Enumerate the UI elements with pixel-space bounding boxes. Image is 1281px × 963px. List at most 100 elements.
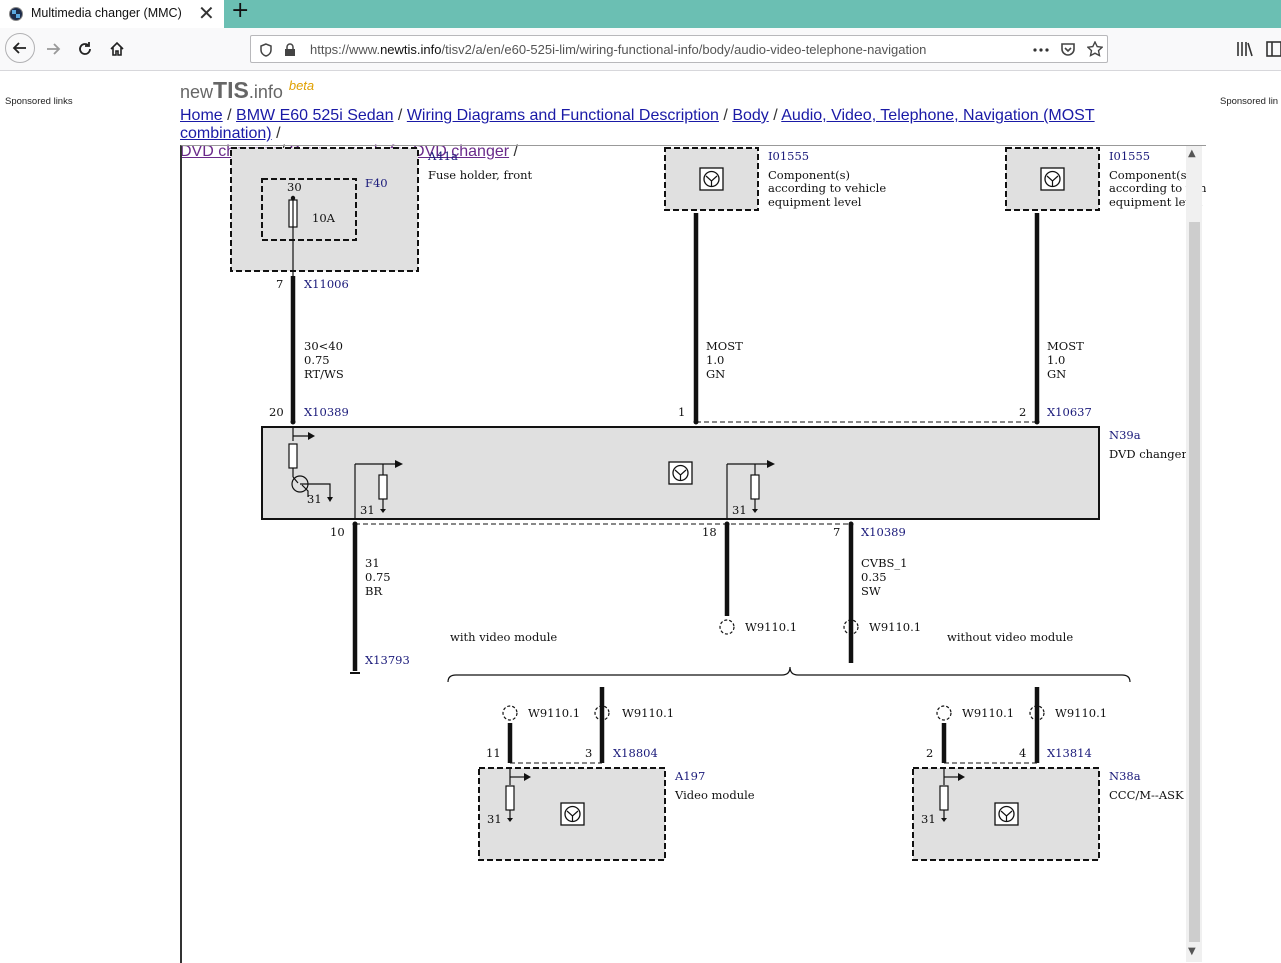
svg-text:31: 31 bbox=[487, 812, 502, 826]
svg-text:1.0: 1.0 bbox=[1047, 353, 1065, 367]
svg-text:W9110.1: W9110.1 bbox=[869, 620, 921, 634]
svg-text:X13814: X13814 bbox=[1047, 746, 1092, 760]
home-button[interactable] bbox=[103, 35, 131, 63]
svg-text:30<40: 30<40 bbox=[304, 339, 343, 353]
svg-text:X10389: X10389 bbox=[861, 525, 906, 539]
svg-text:31: 31 bbox=[360, 503, 375, 517]
svg-text:RT/WS: RT/WS bbox=[304, 367, 344, 381]
svg-text:31: 31 bbox=[307, 492, 322, 506]
svg-text:MOST: MOST bbox=[706, 339, 743, 353]
svg-text:I01555: I01555 bbox=[768, 149, 809, 163]
url-text[interactable]: https://www.newtis.info/tisv2/a/en/e60-5… bbox=[310, 42, 926, 57]
fuse-holder-box[interactable] bbox=[230, 147, 419, 272]
video-module-box[interactable] bbox=[478, 767, 666, 861]
wiring-diagram: A41a Fuse holder, front F40 30 10A 7 X11… bbox=[180, 145, 1206, 963]
pin-7-top: 7 bbox=[276, 277, 283, 291]
scroll-down-icon[interactable]: ▼ bbox=[1188, 946, 1196, 957]
svg-text:A197: A197 bbox=[674, 769, 705, 783]
svg-text:31: 31 bbox=[365, 556, 380, 570]
breadcrumb-body[interactable]: Body bbox=[732, 107, 768, 124]
connector-x11006: X11006 bbox=[304, 277, 349, 291]
svg-text:W9110.1: W9110.1 bbox=[745, 620, 797, 634]
svg-text:31: 31 bbox=[732, 503, 747, 517]
fuse-terminal: 30 bbox=[287, 180, 302, 194]
svg-text:equipment level: equipment level bbox=[768, 195, 862, 209]
sponsored-links-left: Sponsored links bbox=[5, 96, 73, 107]
svg-text:0.35: 0.35 bbox=[861, 570, 887, 584]
close-tab-icon[interactable]: ✕ bbox=[198, 1, 215, 25]
fuse-holder-id: A41a bbox=[427, 149, 458, 163]
svg-text:4: 4 bbox=[1019, 746, 1026, 760]
bookmark-star-icon[interactable] bbox=[1087, 41, 1103, 57]
svg-text:W9110.1: W9110.1 bbox=[1055, 706, 1107, 720]
diagram-scroll-thumb[interactable] bbox=[1189, 222, 1200, 942]
dvd-changer-box[interactable] bbox=[261, 426, 1100, 520]
component-right-box[interactable] bbox=[1005, 147, 1100, 211]
svg-text:according to vehicle: according to vehicle bbox=[768, 181, 886, 195]
svg-text:BR: BR bbox=[365, 584, 382, 598]
bmw-favicon-icon bbox=[9, 7, 23, 21]
svg-text:X10637: X10637 bbox=[1047, 405, 1092, 419]
navigation-bar: https://www.newtis.info/tisv2/a/en/e60-5… bbox=[0, 28, 1281, 71]
svg-text:W9110.1: W9110.1 bbox=[962, 706, 1014, 720]
svg-text:2: 2 bbox=[1019, 405, 1026, 419]
svg-text:1.0: 1.0 bbox=[706, 353, 724, 367]
svg-text:GN: GN bbox=[1047, 367, 1066, 381]
forward-button[interactable] bbox=[39, 35, 67, 63]
svg-text:SW: SW bbox=[861, 584, 881, 598]
svg-text:11: 11 bbox=[486, 746, 501, 760]
ccc-module-box[interactable] bbox=[912, 767, 1100, 861]
svg-text:W9110.1: W9110.1 bbox=[528, 706, 580, 720]
svg-text:MOST: MOST bbox=[1047, 339, 1084, 353]
svg-text:W9110.1: W9110.1 bbox=[622, 706, 674, 720]
without-video-label: without video module bbox=[947, 630, 1073, 644]
sponsored-links-right: Sponsored lin bbox=[1220, 96, 1279, 107]
home-icon bbox=[110, 41, 124, 56]
fuse-holder-name: Fuse holder, front bbox=[428, 168, 533, 182]
svg-text:18: 18 bbox=[702, 525, 717, 539]
svg-text:3: 3 bbox=[585, 746, 592, 760]
breadcrumb-wiring[interactable]: Wiring Diagrams and Functional Descripti… bbox=[407, 107, 719, 124]
svg-text:CVBS_1: CVBS_1 bbox=[861, 556, 908, 570]
svg-text:Component(s): Component(s) bbox=[1109, 168, 1191, 182]
site-logo[interactable]: newTIS.info beta bbox=[180, 77, 314, 104]
svg-text:0.75: 0.75 bbox=[304, 353, 330, 367]
svg-text:I01555: I01555 bbox=[1109, 149, 1150, 163]
reload-button[interactable] bbox=[71, 35, 99, 63]
with-video-label: with video module bbox=[450, 630, 557, 644]
forward-arrow-icon bbox=[47, 43, 61, 55]
svg-text:2: 2 bbox=[926, 746, 933, 760]
shield-icon[interactable] bbox=[260, 43, 272, 57]
library-icon[interactable] bbox=[1236, 41, 1254, 57]
new-tab-button[interactable]: + bbox=[231, 0, 249, 23]
svg-text:X18804: X18804 bbox=[613, 746, 658, 760]
svg-text:7: 7 bbox=[833, 525, 840, 539]
sidebar-icon[interactable] bbox=[1266, 41, 1281, 57]
svg-text:31: 31 bbox=[921, 812, 936, 826]
component-left-box[interactable] bbox=[664, 147, 759, 211]
dvd-changer-id: N39a bbox=[1109, 428, 1141, 442]
svg-text:X13793: X13793 bbox=[365, 653, 410, 667]
svg-text:Video module: Video module bbox=[674, 788, 755, 802]
lock-icon[interactable] bbox=[284, 43, 296, 57]
back-button[interactable] bbox=[5, 33, 35, 63]
reload-icon bbox=[79, 42, 91, 55]
dvd-changer-name: DVD changer bbox=[1109, 447, 1187, 461]
svg-text:GN: GN bbox=[706, 367, 725, 381]
svg-text:10: 10 bbox=[330, 525, 345, 539]
tab-active[interactable]: Multimedia changer (MMC) ✕ bbox=[0, 0, 224, 28]
svg-text:Component(s): Component(s) bbox=[768, 168, 850, 182]
fuse-rating: 10A bbox=[312, 211, 336, 225]
breadcrumb-home[interactable]: Home bbox=[180, 107, 223, 124]
scroll-up-icon[interactable]: ▲ bbox=[1188, 148, 1196, 159]
svg-text:X10389: X10389 bbox=[304, 405, 349, 419]
page-actions-icon[interactable] bbox=[1033, 48, 1049, 52]
svg-text:20: 20 bbox=[269, 405, 284, 419]
svg-text:N38a: N38a bbox=[1109, 769, 1141, 783]
breadcrumb-model[interactable]: BMW E60 525i Sedan bbox=[236, 107, 393, 124]
svg-text:CCC/M--ASK: CCC/M--ASK bbox=[1109, 788, 1184, 802]
url-bar[interactable]: https://www.newtis.info/tisv2/a/en/e60-5… bbox=[250, 35, 1108, 63]
fuse-id: F40 bbox=[365, 176, 388, 190]
pocket-icon[interactable] bbox=[1060, 42, 1076, 57]
svg-text:0.75: 0.75 bbox=[365, 570, 391, 584]
